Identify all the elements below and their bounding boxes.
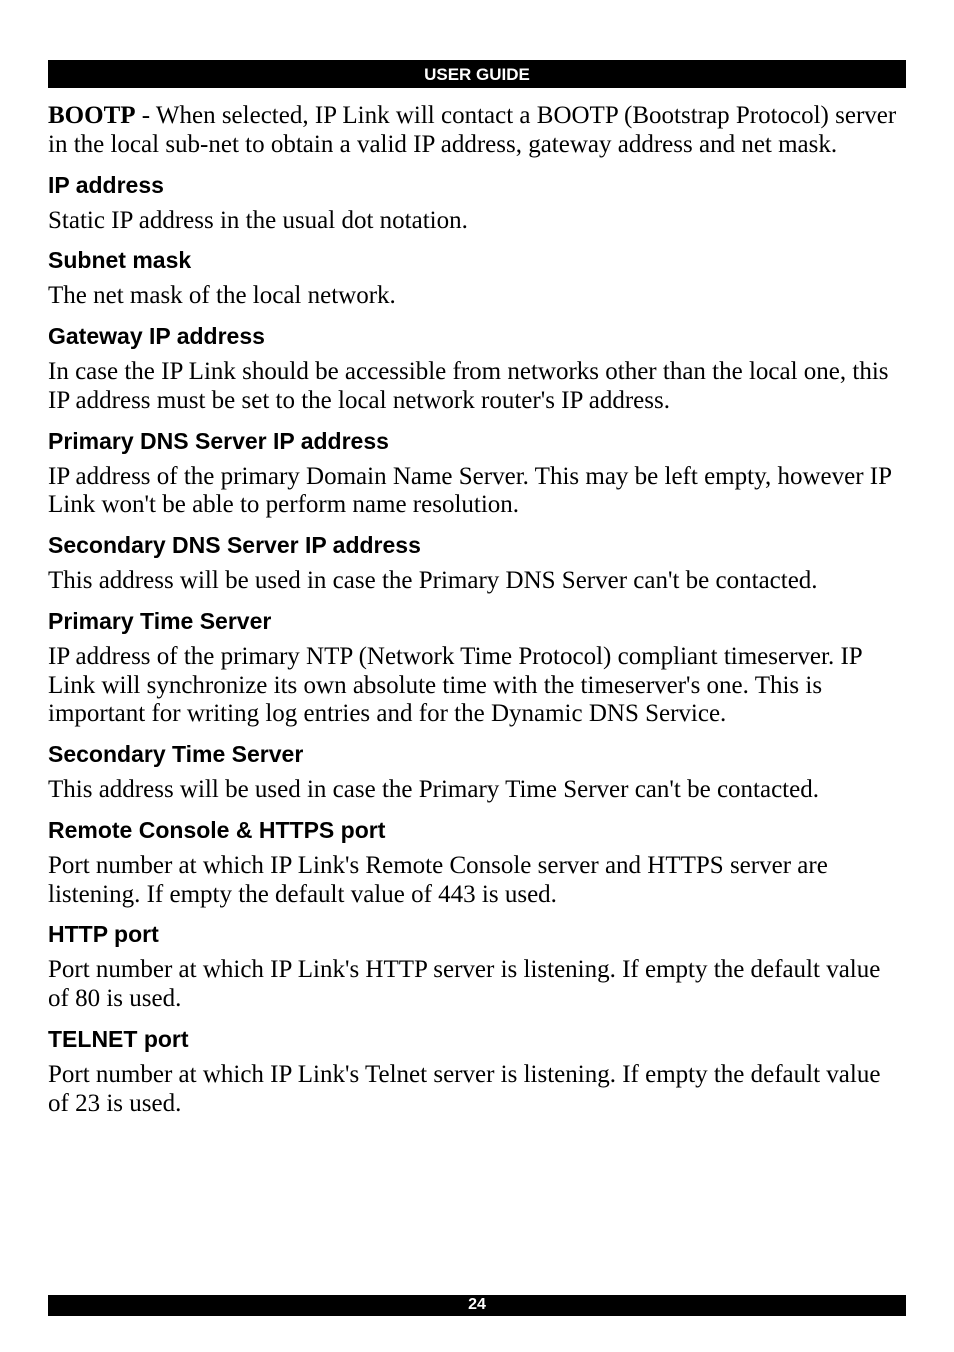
page: USER GUIDE BOOTP - When selected, IP Lin… <box>0 0 954 1352</box>
section-body: This address will be used in case the Pr… <box>48 776 906 805</box>
footer-bar: 24 <box>48 1295 906 1316</box>
section-body: Port number at which IP Link's Remote Co… <box>48 852 906 910</box>
header-bar: USER GUIDE <box>48 60 906 88</box>
section-heading: IP address <box>48 172 906 199</box>
section-heading: Gateway IP address <box>48 323 906 350</box>
section-heading: Subnet mask <box>48 247 906 274</box>
section-body: This address will be used in case the Pr… <box>48 567 906 596</box>
intro-paragraph: BOOTP - When selected, IP Link will cont… <box>48 102 906 160</box>
page-number: 24 <box>468 1296 486 1313</box>
header-title: USER GUIDE <box>424 65 530 84</box>
section-body: The net mask of the local network. <box>48 282 906 311</box>
section-body: Port number at which IP Link's HTTP serv… <box>48 956 906 1014</box>
section-body: Port number at which IP Link's Telnet se… <box>48 1061 906 1119</box>
section-body: In case the IP Link should be accessible… <box>48 358 906 416</box>
section-body: Static IP address in the usual dot notat… <box>48 207 906 236</box>
section-body: IP address of the primary NTP (Network T… <box>48 643 906 729</box>
section-heading: Secondary DNS Server IP address <box>48 532 906 559</box>
intro-lead-bold: BOOTP <box>48 102 136 129</box>
section-body: IP address of the primary Domain Name Se… <box>48 463 906 521</box>
section-heading: HTTP port <box>48 921 906 948</box>
intro-lead-rest: - When selected, IP Link will contact a … <box>48 102 896 158</box>
section-heading: Secondary Time Server <box>48 741 906 768</box>
section-heading: Remote Console & HTTPS port <box>48 817 906 844</box>
section-heading: Primary DNS Server IP address <box>48 428 906 455</box>
section-heading: TELNET port <box>48 1026 906 1053</box>
section-heading: Primary Time Server <box>48 608 906 635</box>
